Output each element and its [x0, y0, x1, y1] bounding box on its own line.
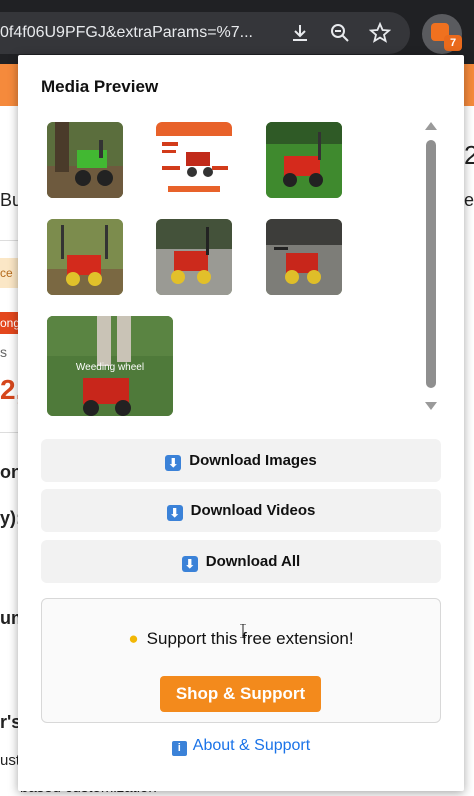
red-mower-image [266, 122, 342, 198]
scroll-up-arrow-icon[interactable] [423, 119, 439, 133]
scrollbar-thumb[interactable] [426, 140, 436, 388]
media-extension-button[interactable]: 7 [422, 14, 462, 54]
bg-tag-fragment: ce [0, 258, 18, 288]
green-tiller-image [47, 122, 123, 198]
support-text: Support this free extension! [146, 629, 354, 648]
video-thumbnail[interactable]: Weeding wheel [47, 316, 173, 416]
media-preview-popup: Media Preview Weeding wheel ⬇ Download I… [18, 55, 464, 791]
media-thumbnail[interactable] [266, 219, 342, 295]
about-support-link[interactable]: i About & Support [18, 737, 464, 756]
bg-divider [0, 240, 18, 241]
bg-text-fragment: s [0, 344, 7, 360]
support-box: ● Support this free extension! Shop & Sup… [41, 598, 441, 723]
brochure-image [156, 122, 232, 198]
download-arrow-icon: ⬇ [166, 505, 183, 521]
media-thumbnail[interactable] [47, 122, 123, 198]
video-caption: Weeding wheel [76, 362, 144, 373]
download-arrow-icon: ⬇ [181, 556, 198, 572]
download-icon[interactable] [289, 22, 311, 44]
red-weeder-stones-image [266, 219, 342, 295]
info-icon: i [171, 741, 187, 756]
download-images-button[interactable]: ⬇ Download Images [41, 439, 441, 482]
bg-text-fragment: 2 [464, 140, 474, 170]
bg-text-fragment: ust [0, 752, 21, 769]
media-thumbnail[interactable] [156, 219, 232, 295]
media-thumbnail[interactable] [156, 122, 232, 198]
media-thumbnail[interactable] [47, 219, 123, 295]
bg-text-fragment: e [464, 190, 474, 210]
zoom-out-icon[interactable] [329, 22, 351, 44]
url-text[interactable]: 0f4f06U9PFGJ&extraParams=%7... [0, 12, 276, 54]
scroll-down-arrow-icon[interactable] [423, 399, 439, 413]
download-videos-label: Download Videos [190, 502, 316, 519]
bg-divider [0, 432, 18, 433]
extension-badge: 7 [444, 35, 462, 51]
download-all-label: Download All [205, 553, 301, 570]
media-thumbnail[interactable] [266, 122, 342, 198]
red-weeder-path-image [156, 219, 232, 295]
shop-support-button[interactable]: Shop & Support [160, 676, 321, 712]
red-weeder-field-image [47, 219, 123, 295]
text-cursor-icon [240, 624, 246, 638]
bg-tag-fragment: ong [0, 312, 18, 334]
bookmark-star-icon[interactable] [369, 22, 391, 44]
download-images-label: Download Images [189, 452, 317, 469]
download-arrow-icon: ⬇ [165, 455, 182, 471]
weeding-wheel-video-image: Weeding wheel [47, 316, 173, 416]
popup-title: Media Preview [41, 77, 159, 96]
about-support-label: About & Support [192, 737, 311, 754]
download-all-button[interactable]: ⬇ Download All [41, 540, 441, 583]
download-videos-button[interactable]: ⬇ Download Videos [41, 489, 441, 532]
lightbulb-icon: ● [128, 629, 139, 648]
